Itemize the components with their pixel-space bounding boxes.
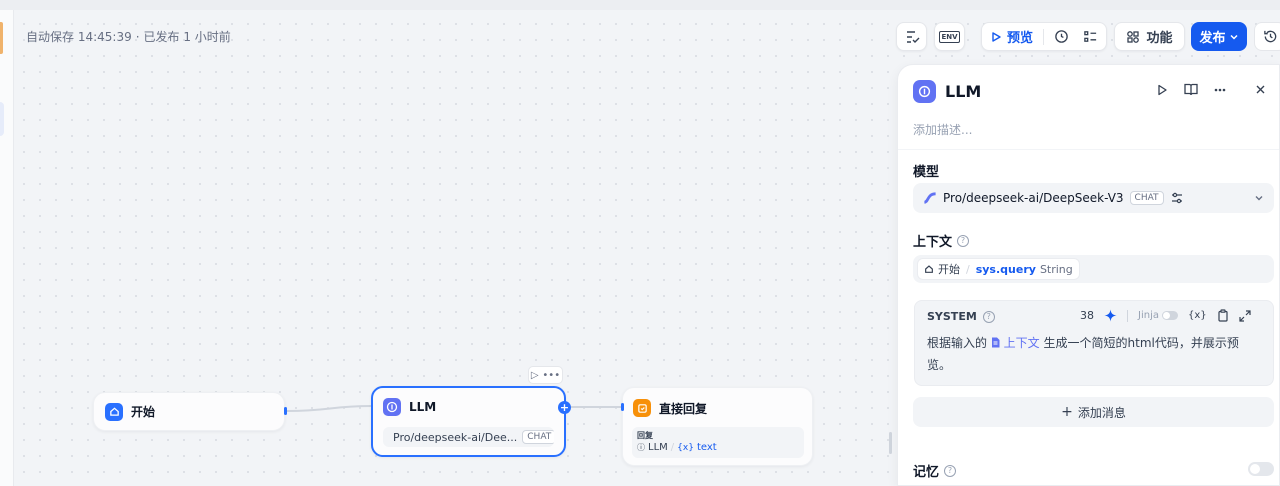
jinja-toggle[interactable]: Jinja [1138,310,1178,321]
copy-icon[interactable] [1217,309,1229,322]
memory-label: 记忆? [913,461,957,480]
start-node-title: 开始 [131,405,156,419]
add-message-button[interactable]: + 添加消息 [913,397,1274,427]
answer-field: 回复 ⓘ LLM / {x} text [632,427,804,458]
env-icon: ENV [939,30,960,43]
answer-var-ref: ⓘ LLM / {x} text [637,442,717,453]
play-icon[interactable] [1156,84,1168,96]
answer-node-title: 直接回复 [659,401,708,416]
description-input[interactable]: 添加描述... [913,121,972,138]
features-button[interactable]: 功能 [1114,22,1185,51]
llm-node-model-name: Pro/deepseek-ai/Dee... [393,430,518,444]
checklist-button[interactable] [896,22,927,51]
history-button[interactable] [1254,22,1280,51]
file-icon [991,337,1000,348]
insert-variable-icon[interactable]: {x} [1188,310,1207,321]
answer-input-handle[interactable] [621,403,624,411]
sparkle-icon[interactable] [1104,309,1117,322]
edge-start-llm [286,405,373,412]
help-icon: ? [982,310,995,323]
env-button[interactable]: ENV [934,22,965,51]
panel-header: LLM [913,80,981,103]
panel-divider [898,149,1279,150]
features-icon [1127,30,1140,43]
reply-icon [633,399,651,417]
model-label: 模型 [913,165,940,180]
history-icon [1264,30,1277,43]
more-icon[interactable]: ••• [542,370,560,381]
llm-node-icon [383,398,401,416]
start-node[interactable]: 开始 [93,392,287,431]
context-variable-chip[interactable]: 开始 / sys.query String [917,258,1080,280]
answer-field-label: 回复 [637,431,653,440]
context-var-type: String [1039,262,1073,276]
context-selector[interactable]: 开始 / sys.query String [913,255,1274,283]
preview-toolbar-group: 预览 [981,22,1107,51]
llm-config-panel: LLM 添加描述... 模型 Pro/deepseek-ai/DeepSeek-… [897,64,1280,486]
panel-actions [1156,83,1226,96]
chevron-down-icon [1255,196,1263,201]
chat-badge: CHAT [1129,191,1164,205]
chat-badge: CHAT [522,430,554,444]
memory-toggle[interactable] [1248,462,1274,476]
node-mini-toolbar: ▷ ••• [528,366,563,384]
checklist-icon [906,30,919,43]
preview-label: 预览 [1007,31,1034,46]
context-reference-chip: 上下文 [991,336,1040,350]
context-var-name: sys.query [975,262,1036,276]
panel-title: LLM [945,82,982,101]
play-icon [992,31,1001,42]
llm-node-title: LLM [409,400,437,414]
features-label: 功能 [1146,31,1173,46]
system-prompt-header: SYSTEM? [927,310,995,323]
variable-icon: {x} [677,442,694,453]
add-next-node-button[interactable]: + [558,401,571,414]
token-count: 38 [1080,309,1094,322]
llm-small-icon: ⓘ [637,443,645,452]
model-select[interactable]: Pro/deepseek-ai/DeepSeek-V3 CHAT [913,183,1274,213]
run-history-button[interactable] [1054,29,1069,44]
prompt-tools: 38 Jinja {x} [1080,309,1251,322]
home-icon [105,402,123,421]
book-icon[interactable] [1184,83,1198,96]
llm-node-icon [913,80,936,103]
start-output-handle[interactable] [284,407,287,415]
run-node-icon[interactable]: ▷ [531,370,539,381]
chevron-down-icon [1229,34,1238,40]
publish-label: 发布 [1199,31,1226,46]
help-icon: ? [944,464,957,477]
close-icon[interactable] [1255,84,1266,95]
checklist-button-2[interactable] [1083,29,1098,44]
list-check-icon [1084,31,1097,42]
answer-node[interactable]: 直接回复 回复 ⓘ LLM / {x} text [621,387,813,466]
model-name: Pro/deepseek-ai/DeepSeek-V3 [943,191,1124,205]
expand-icon[interactable] [1239,309,1251,322]
preview-button[interactable]: 预览 [990,27,1033,46]
clock-run-icon [1055,30,1068,43]
system-prompt-text[interactable]: 根据输入的 上下文 生成一个简短的html代码，并展示预览。 [927,332,1257,376]
llm-node-model-chip: Pro/deepseek-ai/Dee... CHAT [383,427,554,447]
context-label: 上下文? [913,231,970,250]
plus-icon: + [1061,404,1073,420]
publish-button[interactable]: 发布 [1191,22,1247,51]
model-provider-icon [924,192,936,204]
llm-node[interactable]: LLM Pro/deepseek-ai/Dee... CHAT + [371,386,571,457]
help-icon: ? [957,234,970,247]
home-icon [925,265,933,273]
system-prompt-editor[interactable]: SYSTEM? 38 Jinja {x} 根据输入的 上下文 生成一个简短的ht… [914,300,1274,386]
panel-resize-handle[interactable] [889,432,892,454]
more-icon[interactable] [1214,88,1226,92]
sliders-icon[interactable] [1170,191,1184,205]
